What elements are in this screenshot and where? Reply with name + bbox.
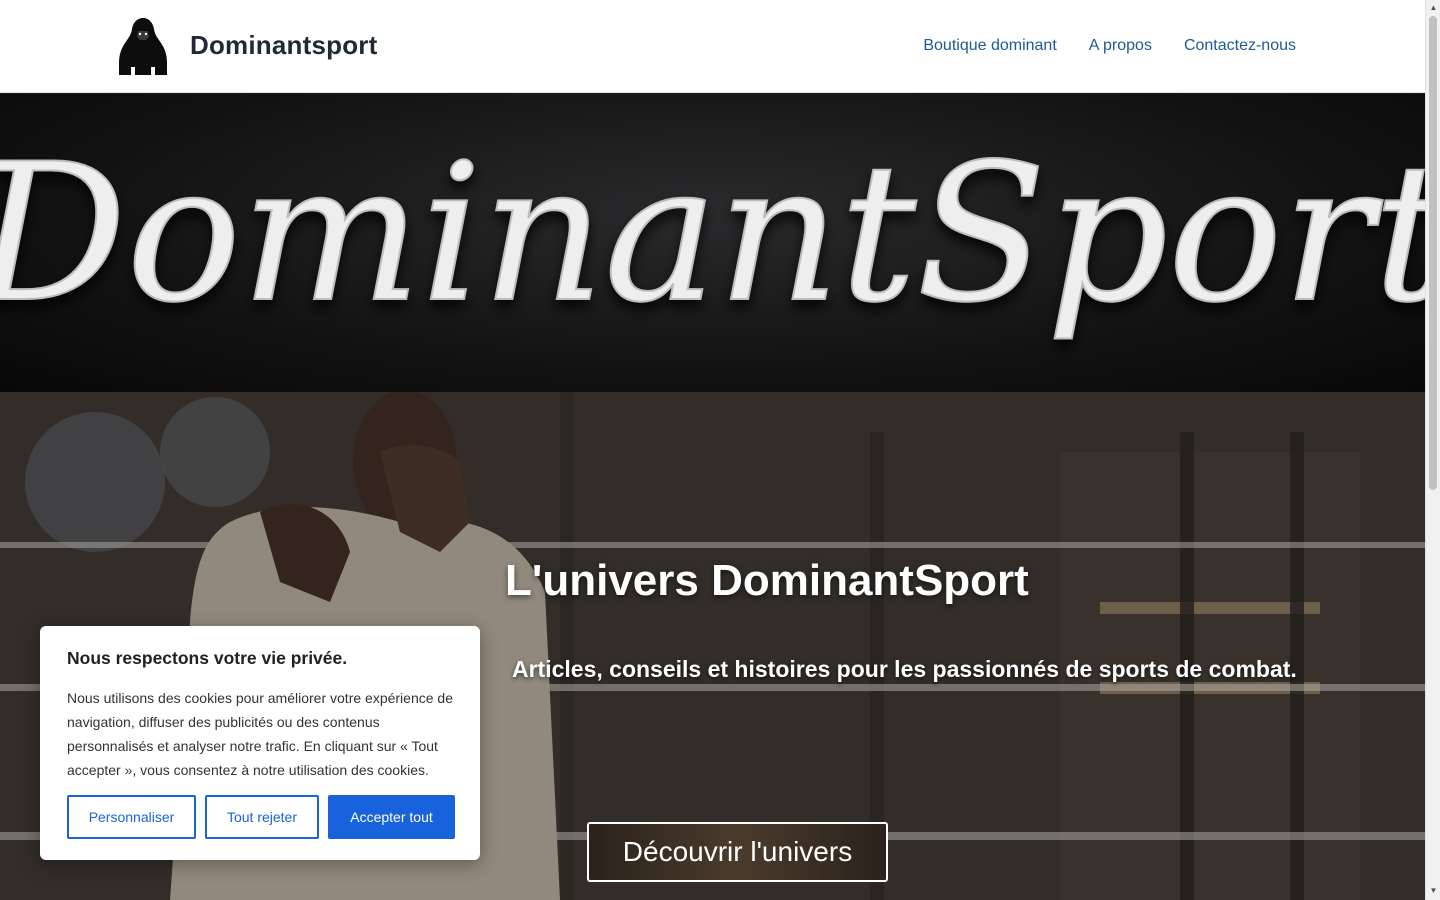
cookie-description: Nous utilisons des cookies pour améliore… [67,690,453,778]
main-nav: Boutique dominant A propos Contactez-nou… [923,37,1296,55]
cookie-actions: Personnaliser Tout rejeter Accepter tout [67,795,455,839]
nav-link-contact[interactable]: Contactez-nous [1184,37,1296,55]
site-title[interactable]: Dominantsport [190,30,377,61]
svg-text:DominantSport: DominantSport [0,123,1425,344]
reject-all-button[interactable]: Tout rejeter [205,795,319,839]
site-header: Dominantsport Boutique dominant A propos… [0,0,1425,93]
discover-button[interactable]: Découvrir l'univers [587,822,888,882]
scroll-down-arrow-icon[interactable]: ▼ [1426,884,1440,898]
cookie-consent-banner: Nous respectons votre vie privée. Nous u… [40,626,480,860]
hero-title: L'univers DominantSport [505,556,1029,605]
scroll-up-arrow-icon[interactable]: ▲ [1426,1,1440,15]
nav-link-boutique[interactable]: Boutique dominant [923,37,1056,55]
gorilla-icon[interactable] [113,15,173,77]
accept-all-button[interactable]: Accepter tout [328,795,455,839]
cookie-title: Nous respectons votre vie privée. [67,648,348,668]
customize-button[interactable]: Personnaliser [67,795,196,839]
brand-banner: DominantSport [0,94,1425,392]
nav-link-a-propos[interactable]: A propos [1089,37,1152,55]
brand-script-logo: DominantSport [0,122,1425,345]
hero-subtitle: Articles, conseils et histoires pour les… [512,656,1297,682]
scroll-thumb[interactable] [1429,16,1437,490]
page-scrollbar[interactable]: ▲ ▼ [1425,0,1440,900]
